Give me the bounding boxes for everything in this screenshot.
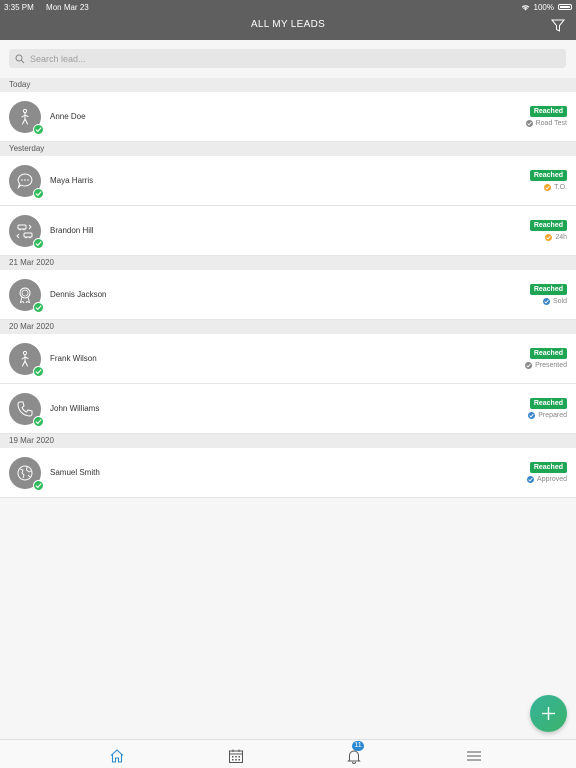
wifi-icon	[521, 4, 529, 10]
tab-home[interactable]	[109, 748, 125, 764]
status-badge: Reached	[529, 348, 567, 359]
stage-check-icon	[527, 476, 535, 483]
lead-stage: Prepared	[528, 412, 567, 419]
lead-stage: Sold	[542, 298, 567, 305]
status-time: 3:35 PM	[4, 2, 34, 12]
lead-stage: Approved	[527, 476, 567, 483]
check-icon	[33, 480, 44, 491]
lead-avatar	[9, 279, 44, 313]
lead-stage-label: Approved	[537, 476, 567, 483]
section-header: Yesterday	[0, 142, 576, 156]
calendar-icon	[229, 749, 243, 763]
status-badge: Reached	[529, 284, 567, 295]
notification-count-badge: 11	[352, 741, 364, 751]
lead-row[interactable]: Brandon Hill Reached 24h	[0, 206, 576, 256]
lead-avatar	[9, 101, 44, 135]
check-icon	[33, 366, 44, 377]
lead-name: Anne Doe	[50, 112, 86, 121]
phone-icon	[17, 401, 33, 417]
person-walking-icon	[21, 108, 29, 125]
status-date: Mon Mar 23	[46, 2, 89, 12]
lead-name: Brandon Hill	[50, 226, 94, 235]
lead-name: Dennis Jackson	[50, 290, 107, 299]
lead-stage-label: Prepared	[538, 412, 567, 419]
battery-icon	[558, 4, 572, 10]
person-walking-icon	[21, 350, 29, 367]
lead-stage-label: 24h	[555, 234, 567, 241]
lead-row[interactable]: Frank Wilson Reached Presented	[0, 334, 576, 384]
status-badge: Reached	[529, 462, 567, 473]
tab-bar: 11	[0, 739, 576, 768]
status-badge: Reached	[529, 170, 567, 181]
search-area	[0, 40, 576, 78]
search-bar[interactable]	[9, 49, 566, 68]
stage-check-icon	[542, 298, 550, 305]
lead-stage: Presented	[525, 362, 567, 369]
lead-row[interactable]: John Williams Reached Prepared	[0, 384, 576, 434]
stage-check-icon	[525, 120, 533, 127]
lead-list: Today Anne Doe Reached Road Test Yesterday Ma…	[0, 78, 576, 498]
lead-stage-label: Presented	[535, 362, 567, 369]
section-header: Today	[0, 78, 576, 92]
globe-icon	[17, 465, 33, 481]
lead-avatar	[9, 457, 44, 491]
check-icon	[33, 238, 44, 249]
search-input[interactable]	[30, 53, 530, 64]
check-icon	[33, 124, 44, 135]
plus-icon	[542, 707, 555, 720]
stage-check-icon	[525, 362, 533, 369]
tab-calendar[interactable]	[228, 748, 244, 764]
lead-avatar	[9, 393, 44, 427]
filter-icon[interactable]	[551, 19, 565, 32]
check-icon	[33, 188, 44, 199]
add-lead-button[interactable]	[530, 695, 567, 732]
lead-row[interactable]: Samuel Smith Reached Approved	[0, 448, 576, 498]
tab-menu[interactable]	[466, 748, 482, 764]
page-title: ALL MY LEADS	[250, 19, 326, 30]
lead-row[interactable]: Anne Doe Reached Road Test	[0, 92, 576, 142]
check-icon	[33, 416, 44, 427]
top-bar: 3:35 PM Mon Mar 23 100% ALL MY LEADS	[0, 0, 576, 40]
section-header: 20 Mar 2020	[0, 320, 576, 334]
battery-percent: 100%	[533, 2, 554, 12]
lead-stage: T.O.	[544, 184, 567, 191]
status-badge: Reached	[529, 106, 567, 117]
hamburger-menu-icon	[467, 751, 481, 761]
award-ribbon-icon	[19, 287, 31, 304]
lead-stage-label: T.O.	[554, 184, 567, 191]
check-icon	[33, 302, 44, 313]
lead-name: John Williams	[50, 404, 100, 413]
status-badge: Reached	[529, 220, 567, 231]
lead-stage: 24h	[545, 234, 567, 241]
lead-avatar	[9, 165, 44, 199]
stage-check-icon	[544, 184, 552, 191]
lead-stage-label: Sold	[552, 298, 567, 305]
lead-name: Frank Wilson	[50, 354, 97, 363]
lead-row[interactable]: Dennis Jackson Reached Sold	[0, 270, 576, 320]
section-header: 19 Mar 2020	[0, 434, 576, 448]
status-badge: Reached	[529, 398, 567, 409]
stage-check-icon	[545, 234, 553, 241]
section-header: 21 Mar 2020	[0, 256, 576, 270]
car-exchange-icon	[16, 224, 33, 239]
stage-check-icon	[528, 412, 536, 419]
lead-name: Samuel Smith	[50, 468, 100, 477]
chat-bubble-icon	[17, 173, 33, 190]
lead-row[interactable]: Maya Harris Reached T.O.	[0, 156, 576, 206]
search-icon	[15, 54, 25, 63]
lead-name: Maya Harris	[50, 176, 94, 185]
lead-avatar	[9, 343, 44, 377]
status-bar: 3:35 PM Mon Mar 23 100%	[4, 2, 572, 12]
lead-stage-label: Road Test	[535, 120, 567, 127]
home-icon	[110, 749, 124, 763]
lead-avatar	[9, 215, 44, 249]
lead-stage: Road Test	[525, 120, 567, 127]
